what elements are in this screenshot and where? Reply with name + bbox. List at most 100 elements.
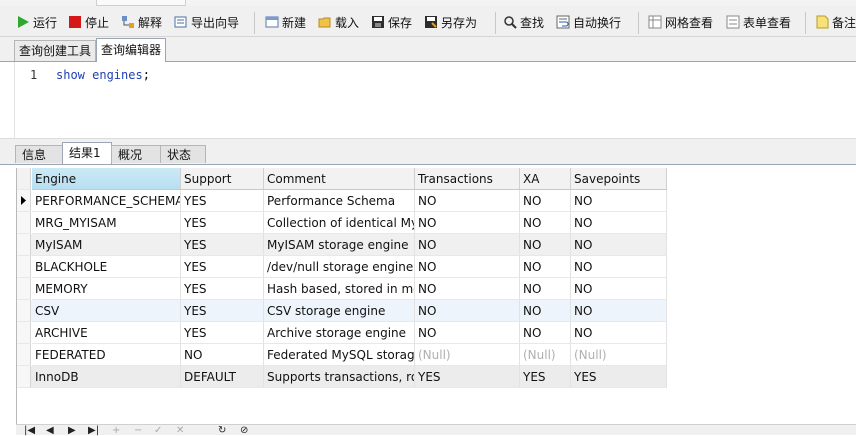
tab-status[interactable]: 状态	[160, 145, 206, 163]
table-cell[interactable]: NO	[520, 322, 571, 344]
tab-result-1[interactable]: 结果1	[62, 142, 112, 164]
tab-query-editor[interactable]: 查询编辑器	[96, 38, 167, 62]
table-cell[interactable]: NO	[571, 212, 667, 234]
table-cell[interactable]: NO	[415, 212, 520, 234]
table-row[interactable]: FEDERATED NO Federated MySQL storag (Null)(…	[17, 344, 667, 366]
row-indicator[interactable]	[17, 344, 31, 366]
table-cell[interactable]: FEDERATED	[32, 344, 181, 366]
table-row[interactable]: MyISAM YES MyISAM storage engine NO NO NO	[17, 234, 667, 256]
grid-view-button[interactable]: 网格查看	[648, 13, 713, 31]
table-cell[interactable]: NO	[415, 278, 520, 300]
table-cell[interactable]: Performance Schema	[264, 190, 415, 212]
new-button[interactable]: 新建	[265, 13, 306, 31]
word-wrap-button[interactable]: 自动换行	[556, 13, 621, 31]
table-cell[interactable]: MEMORY	[32, 278, 181, 300]
table-cell[interactable]: MRG_MYISAM	[32, 212, 181, 234]
stop-button[interactable]: 停止	[68, 13, 109, 31]
table-row[interactable]: MRG_MYISAM YES Collection of identical My N…	[17, 212, 667, 234]
table-cell[interactable]: NO	[415, 300, 520, 322]
table-cell[interactable]: MyISAM	[32, 234, 181, 256]
row-indicator[interactable]	[17, 300, 31, 322]
table-cell[interactable]: NO	[520, 256, 571, 278]
table-cell[interactable]: Federated MySQL storag	[264, 344, 415, 366]
table-cell[interactable]: NO	[520, 300, 571, 322]
table-cell[interactable]: Supports transactions, ro	[264, 366, 415, 388]
table-cell[interactable]: NO	[571, 190, 667, 212]
sql-code[interactable]: show engines;	[56, 68, 150, 82]
tab-profile[interactable]: 概况	[111, 145, 161, 163]
table-cell[interactable]: NO	[415, 256, 520, 278]
run-button[interactable]: 运行	[16, 13, 57, 31]
table-cell[interactable]: CSV storage engine	[264, 300, 415, 322]
column-header[interactable]: Engine	[32, 168, 181, 190]
note-button[interactable]: 备注	[815, 13, 856, 31]
row-indicator[interactable]	[17, 256, 31, 278]
row-indicator[interactable]	[17, 190, 31, 212]
table-row[interactable]: PERFORMANCE_SCHEMA YES Performance Schema N…	[17, 190, 667, 212]
table-cell[interactable]: YES	[181, 212, 264, 234]
row-indicator[interactable]	[17, 234, 31, 256]
table-row[interactable]: BLACKHOLE YES/dev/null storage engine NO NO…	[17, 256, 667, 278]
table-cell[interactable]: NO	[520, 234, 571, 256]
table-cell[interactable]: InnoDB	[32, 366, 181, 388]
table-cell[interactable]: NO	[571, 278, 667, 300]
table-cell[interactable]: NO	[571, 234, 667, 256]
table-cell[interactable]: MyISAM storage engine	[264, 234, 415, 256]
save-as-button[interactable]: 另存为	[424, 13, 477, 31]
column-header[interactable]: Support	[181, 168, 264, 190]
tab-info[interactable]: 信息	[15, 145, 63, 163]
row-indicator[interactable]	[17, 212, 31, 234]
table-cell[interactable]: Collection of identical My	[264, 212, 415, 234]
table-cell[interactable]: DEFAULT	[181, 366, 264, 388]
table-cell[interactable]: Archive storage engine	[264, 322, 415, 344]
table-cell[interactable]: PERFORMANCE_SCHEMA	[32, 190, 181, 212]
column-header[interactable]: Transactions	[415, 168, 520, 190]
table-cell[interactable]: Hash based, stored in me	[264, 278, 415, 300]
table-row[interactable]: CSV YES CSV storage engine NO NO NO	[17, 300, 667, 322]
find-button[interactable]: 查找	[503, 13, 544, 31]
export-label: 导出向导	[191, 15, 240, 30]
column-header[interactable]: Comment	[264, 168, 415, 190]
table-cell[interactable]: NO	[571, 322, 667, 344]
row-indicator[interactable]	[17, 322, 31, 344]
table-cell[interactable]: BLACKHOLE	[32, 256, 181, 278]
table-cell[interactable]: NO	[181, 344, 264, 366]
table-cell[interactable]: (Null)	[520, 344, 571, 366]
table-row[interactable]: ARCHIVE YES Archive storage engine NO NO NO	[17, 322, 667, 344]
table-cell[interactable]: YES	[181, 234, 264, 256]
explain-button[interactable]: 解释	[121, 13, 162, 31]
column-header[interactable]: Savepoints	[571, 168, 667, 190]
table-cell[interactable]: (Null)	[415, 344, 520, 366]
table-cell[interactable]: NO	[520, 278, 571, 300]
table-cell[interactable]: ARCHIVE	[32, 322, 181, 344]
export-wizard-button[interactable]: 导出向导	[174, 13, 239, 31]
row-indicator[interactable]	[17, 278, 31, 300]
table-cell[interactable]: /dev/null storage engine	[264, 256, 415, 278]
table-cell[interactable]: (Null)	[571, 344, 667, 366]
tab-query-builder[interactable]: 查询创建工具	[14, 40, 97, 61]
table-row[interactable]: InnoDB DEFAULT Supports transactions, ro YE…	[17, 366, 667, 388]
save-button[interactable]: 保存	[371, 13, 412, 31]
table-cell[interactable]: CSV	[32, 300, 181, 322]
table-cell[interactable]: NO	[520, 212, 571, 234]
column-header[interactable]: XA	[520, 168, 571, 190]
form-view-button[interactable]: 表单查看	[726, 13, 791, 31]
table-cell[interactable]: NO	[571, 256, 667, 278]
table-cell[interactable]: YES	[571, 366, 667, 388]
sql-editor[interactable]: 1 show engines;	[0, 62, 856, 138]
table-cell[interactable]: NO	[520, 190, 571, 212]
table-cell[interactable]: NO	[415, 234, 520, 256]
table-cell[interactable]: NO	[571, 300, 667, 322]
row-indicator[interactable]	[17, 366, 31, 388]
table-cell[interactable]: YES	[181, 278, 264, 300]
load-button[interactable]: 载入	[318, 13, 359, 31]
table-cell[interactable]: YES	[415, 366, 520, 388]
table-row[interactable]: MEMORY YES Hash based, stored in me NO NO NO	[17, 278, 667, 300]
table-cell[interactable]: NO	[415, 190, 520, 212]
table-cell[interactable]: YES	[181, 190, 264, 212]
table-cell[interactable]: YES	[181, 322, 264, 344]
table-cell[interactable]: YES	[520, 366, 571, 388]
table-cell[interactable]: NO	[415, 322, 520, 344]
table-cell[interactable]: YES	[181, 300, 264, 322]
table-cell[interactable]: YES	[181, 256, 264, 278]
